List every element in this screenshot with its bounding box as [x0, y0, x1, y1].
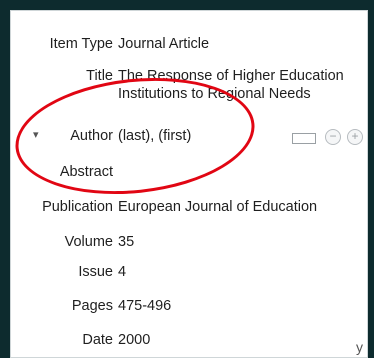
field-label-pages: Pages	[71, 298, 113, 314]
field-row-item-type[interactable]: Item Type Journal Article	[11, 35, 369, 59]
field-label-author[interactable]: Author	[70, 127, 113, 145]
field-row-abstract[interactable]: Abstract	[11, 163, 369, 187]
field-label-publication: Publication	[42, 199, 113, 215]
date-suffix-text: y	[356, 339, 363, 355]
field-value-publication[interactable]: European Journal of Education	[118, 198, 317, 216]
field-row-volume[interactable]: Volume 35	[11, 233, 369, 257]
field-label-abstract: Abstract	[59, 164, 113, 180]
field-label-issue: Issue	[78, 264, 113, 280]
field-row-publication[interactable]: Publication European Journal of Educatio…	[11, 198, 369, 222]
field-value-title[interactable]: The Response of Higher Education Institu…	[118, 67, 358, 103]
field-value-volume[interactable]: 35	[118, 233, 134, 251]
field-value-pages[interactable]: 475-496	[118, 297, 171, 315]
field-value-date[interactable]: 2000	[118, 331, 150, 349]
field-label-title: Title	[86, 68, 113, 84]
field-label-volume: Volume	[64, 234, 113, 250]
field-row-title[interactable]: Title The Response of Higher Education I…	[11, 67, 369, 111]
field-row-issue[interactable]: Issue 4	[11, 263, 369, 287]
field-row-date[interactable]: Date 2000	[11, 331, 369, 355]
field-label-date: Date	[82, 332, 113, 348]
remove-creator-button[interactable]: −	[325, 129, 341, 145]
switch-name-mode-button[interactable]	[292, 133, 316, 144]
field-label-item-type: Item Type	[49, 36, 113, 52]
field-value-item-type[interactable]: Journal Article	[118, 35, 209, 53]
item-info-panel: Item Type Journal Article Title The Resp…	[9, 10, 369, 358]
window-frame: Item Type Journal Article Title The Resp…	[0, 0, 374, 358]
add-creator-button[interactable]: +	[347, 129, 363, 145]
field-value-issue[interactable]: 4	[118, 263, 126, 281]
creator-twisty-icon[interactable]: ▾	[33, 130, 43, 141]
field-row-pages[interactable]: Pages 475-496	[11, 297, 369, 321]
field-value-author[interactable]: (last), (first)	[118, 127, 191, 145]
